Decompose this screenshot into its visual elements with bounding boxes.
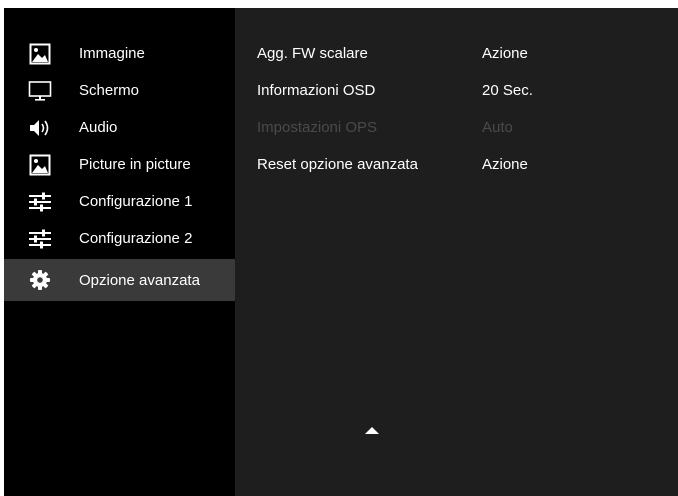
sidebar-empty-area <box>4 312 235 496</box>
setting-row-agg-fw-scalare[interactable]: Agg. FW scalare Azione <box>257 35 677 72</box>
monitor-icon <box>27 78 53 104</box>
settings-panel: Agg. FW scalare Azione Informazioni OSD … <box>235 8 678 496</box>
picture-icon <box>27 152 53 178</box>
sidebar-item-schermo[interactable]: Schermo <box>4 72 235 109</box>
sidebar-item-label: Opzione avanzata <box>79 271 200 289</box>
sidebar-item-configurazione-2[interactable]: Configurazione 2 <box>4 220 235 257</box>
sidebar-item-opzione-avanzata[interactable]: Opzione avanzata <box>4 259 235 301</box>
sidebar-item-label: Schermo <box>79 82 140 99</box>
setting-value: Auto <box>482 119 513 136</box>
sidebar-item-immagine[interactable]: Immagine <box>4 35 235 72</box>
setting-value[interactable]: Azione <box>482 156 528 173</box>
sidebar-item-label: Configurazione 1 <box>79 193 193 210</box>
setting-label: Impostazioni OPS <box>257 119 378 136</box>
sidebar-item-audio[interactable]: Audio <box>4 109 235 146</box>
speaker-icon <box>27 115 53 141</box>
sliders-icon <box>27 226 53 252</box>
sidebar-item-picture-in-picture[interactable]: Picture in picture <box>4 146 235 183</box>
sidebar-item-label: Audio <box>79 119 118 136</box>
picture-icon <box>27 41 53 67</box>
setting-label: Reset opzione avanzata <box>257 156 418 173</box>
setting-value[interactable]: 20 Sec. <box>482 82 533 99</box>
scroll-up-arrow-icon[interactable] <box>365 427 379 434</box>
sidebar-item-label: Picture in picture <box>79 156 191 173</box>
setting-row-informazioni-osd[interactable]: Informazioni OSD 20 Sec. <box>257 72 677 109</box>
setting-row-reset-opzione-avanzata[interactable]: Reset opzione avanzata Azione <box>257 146 677 183</box>
sliders-icon <box>27 189 53 215</box>
sidebar: Immagine Schermo Audio Picture in pictur… <box>4 8 235 312</box>
sidebar-item-label: Configurazione 2 <box>79 230 193 247</box>
setting-label: Informazioni OSD <box>257 82 376 99</box>
sidebar-item-label: Immagine <box>79 45 145 62</box>
setting-row-impostazioni-ops: Impostazioni OPS Auto <box>257 109 677 146</box>
setting-label: Agg. FW scalare <box>257 45 368 62</box>
sidebar-menu: Immagine Schermo Audio Picture in pictur… <box>4 35 235 301</box>
osd-menu: Immagine Schermo Audio Picture in pictur… <box>4 8 678 496</box>
setting-value[interactable]: Azione <box>482 45 528 62</box>
gear-icon <box>27 267 53 293</box>
sidebar-item-configurazione-1[interactable]: Configurazione 1 <box>4 183 235 220</box>
